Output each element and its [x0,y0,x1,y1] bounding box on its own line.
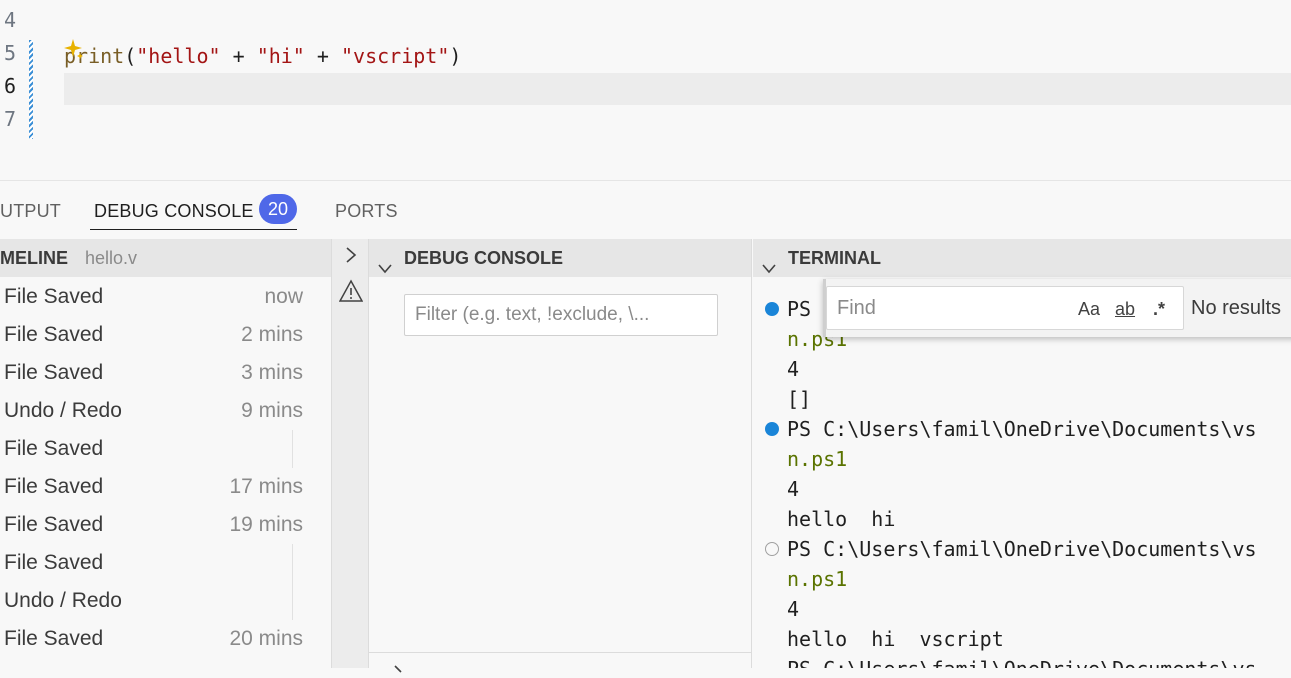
terminal-view[interactable]: TERMINAL PS n.ps1 4 [] PS C:\Users\famil\One… [753,239,1291,668]
debug-console-view: DEBUG CONSOLE Filter (e.g. text, !exclud… [369,239,752,673]
panel-side-strip [331,239,369,668]
timeline-item[interactable]: File Saved [0,430,331,468]
terminal-line: 4 [787,477,800,501]
line-number: 6 [4,74,17,98]
timeline-item-time: 2 mins [241,323,303,346]
command-decoration-icon[interactable] [765,542,779,556]
debug-console-title: DEBUG CONSOLE [404,248,564,268]
timeline-item[interactable]: File Saved 2 mins [0,316,331,354]
timeline-item-time: 19 mins [229,513,303,536]
terminal-line: [] [787,387,812,411]
token-punct: ( [124,44,137,68]
timeline-header[interactable]: MELINE hello.v [0,239,331,277]
timeline-item[interactable]: Undo / Redo 9 mins [0,392,331,430]
timeline-item[interactable]: File Saved 3 mins [0,354,331,392]
timeline-item-label: File Saved [4,627,104,650]
chevron-right-icon[interactable] [391,659,405,678]
terminal-line: PS [787,297,812,321]
timeline-item-time: 9 mins [241,399,303,422]
token-punct: ) [449,44,462,68]
timeline-file: hello.v [85,248,138,268]
token-operator: + [304,44,341,68]
line-number: 5 [4,41,17,65]
timeline-item-label: File Saved [4,513,104,536]
terminal-line: PS C:\Users\famil\OneDrive\Documents\vs [787,654,1257,668]
command-decoration-icon[interactable] [765,302,779,316]
whole-word-toggle[interactable]: ab [1115,296,1135,322]
timeline-item-label: File Saved [4,475,104,498]
terminal-title: TERMINAL [788,248,881,268]
timeline-item-label: File Saved [4,361,104,384]
panel-tab-bar: UTPUT DEBUG CONSOLE 20 PORTS [0,181,1291,239]
timeline-item[interactable]: File Saved 19 mins [0,506,331,544]
timeline-item-time: 3 mins [241,361,303,384]
timeline-item-time: 17 mins [229,475,303,498]
chevron-right-icon[interactable] [342,245,360,269]
timeline-group-line [292,582,293,620]
terminal-find-widget: Find Aa ab .* No results [823,279,1291,337]
timeline-item-label: Undo / Redo [4,589,122,612]
code-line-5[interactable]: print("hello" + "hi" + "vscript") [64,40,461,72]
terminal-line: PS C:\Users\famil\OneDrive\Documents\vs [787,417,1257,441]
timeline-group-line [292,430,293,468]
timeline-item-label: Undo / Redo [4,399,122,422]
command-decoration-icon[interactable] [765,422,779,436]
timeline-item[interactable]: File Saved now [0,278,331,316]
timeline-item-label: File Saved [4,285,104,308]
match-case-toggle[interactable]: Aa [1078,296,1100,322]
debug-filter-input[interactable]: Filter (e.g. text, !exclude, \... [404,294,718,336]
tab-ports[interactable]: PORTS [335,201,398,225]
debug-console-badge: 20 [259,194,297,224]
chevron-down-icon [761,251,777,289]
terminal-line: 4 [787,357,800,381]
tab-output[interactable]: UTPUT [0,201,61,225]
terminal-line: hello hi [787,507,896,531]
timeline-item[interactable]: File Saved [0,544,331,582]
timeline-item-label: File Saved [4,551,104,574]
find-input[interactable]: Find Aa ab .* [826,286,1184,330]
debug-console-header[interactable]: DEBUG CONSOLE [369,239,751,277]
timeline-item-time: 20 mins [229,627,303,650]
terminal-line: n.ps1 [787,567,848,591]
token-string: "vscript" [340,44,450,68]
chevron-down-icon [377,251,393,289]
timeline-item[interactable]: Undo / Redo [0,582,331,620]
dirty-diff-indicator[interactable] [29,40,33,139]
token-string: "hi" [256,44,305,68]
timeline-item-label: File Saved [4,437,104,460]
find-placeholder: Find [837,297,876,319]
terminal-header[interactable]: TERMINAL [753,239,1291,277]
find-results-status: No results [1191,297,1282,319]
token-string: "hello" [136,44,221,68]
sparkle-icon[interactable] [64,38,84,64]
line-number: 4 [4,8,17,32]
current-line-highlight [64,73,1291,105]
timeline-title: MELINE [0,248,69,268]
timeline-item[interactable]: File Saved 20 mins [0,620,331,658]
timeline-view: MELINE hello.v File Saved now File Saved 2 … [0,239,331,668]
regex-toggle[interactable]: .* [1153,296,1165,322]
active-tab-indicator [90,229,297,230]
terminal-line: n.ps1 [787,447,848,471]
timeline-item[interactable]: File Saved 17 mins [0,468,331,506]
token-operator: + [220,44,257,68]
terminal-line: PS C:\Users\famil\OneDrive\Documents\vs [787,537,1257,561]
timeline-item-time: now [264,285,303,308]
editor[interactable]: 4 5 6 7 print("hello" + "hi" + "vscript"… [0,0,1291,180]
terminal-line: 4 [787,597,800,621]
tab-debug-console[interactable]: DEBUG CONSOLE [94,201,254,225]
timeline-group-line [292,544,293,582]
divider [369,652,752,653]
line-number: 7 [4,107,17,131]
warning-icon[interactable] [338,279,364,307]
terminal-line: hello hi vscript [787,627,1004,651]
timeline-item-label: File Saved [4,323,104,346]
